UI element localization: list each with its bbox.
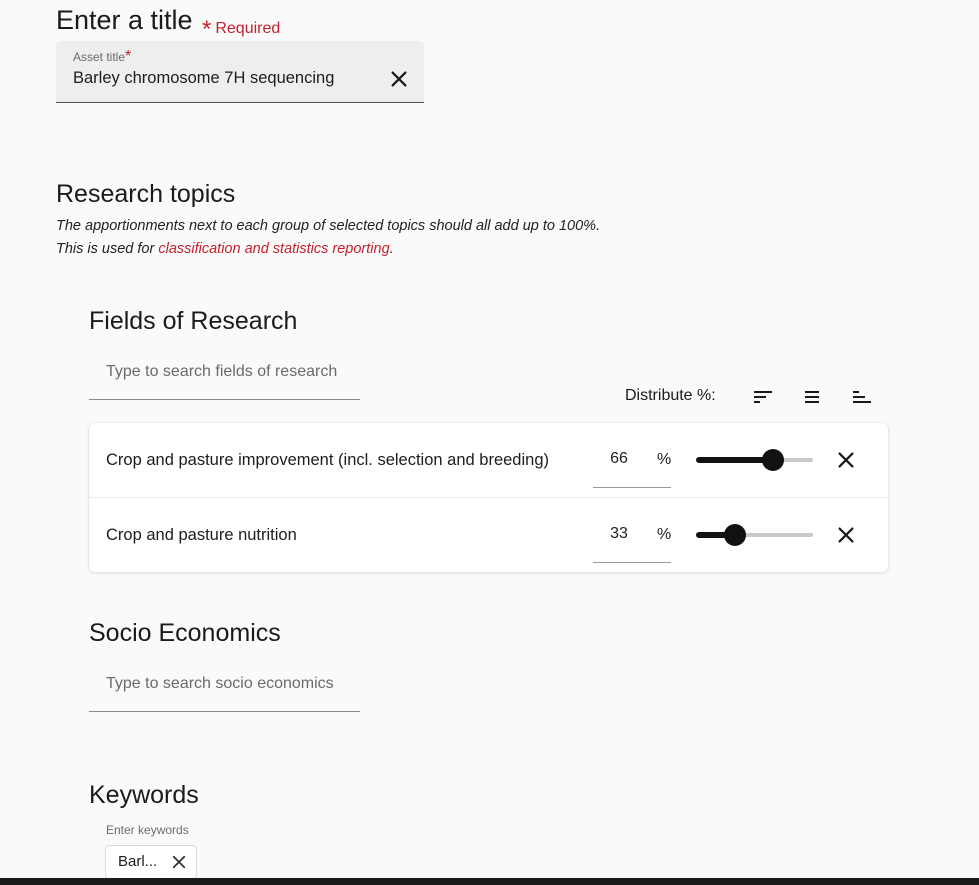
distribute-equal-icon[interactable]	[800, 385, 824, 409]
research-topics-usage: This is used for classification and stat…	[56, 241, 394, 257]
field-name: Crop and pasture improvement (incl. sele…	[106, 451, 549, 469]
selected-fields-card: Crop and pasture improvement (incl. sele…	[89, 423, 888, 572]
title-heading: Enter a title	[56, 5, 193, 35]
required-label: Required	[215, 20, 281, 37]
fields-of-research-search-input[interactable]	[106, 363, 346, 381]
slider-thumb[interactable]	[762, 449, 785, 471]
fields-of-research-search[interactable]	[89, 351, 360, 400]
socio-economics-heading: Socio Economics	[89, 619, 281, 647]
asset-title-label: Asset title*	[73, 48, 131, 66]
asset-form-page: Enter a title * Required Asset title* Bar…	[0, 0, 979, 885]
percent-value[interactable]: 66	[593, 450, 645, 468]
required-asterisk-icon: *	[202, 16, 212, 43]
required-asterisk-icon: *	[125, 48, 132, 65]
usage-prefix: This is used for	[56, 241, 159, 257]
distribute-label: Distribute %:	[625, 387, 716, 404]
usage-suffix: .	[389, 241, 394, 257]
percent-unit: %	[657, 451, 672, 468]
research-topics-heading: Research topics	[56, 180, 236, 208]
asset-title-value[interactable]: Barley chromosome 7H sequencing	[73, 69, 334, 88]
field-row: Crop and pasture nutrition 33 %	[89, 497, 888, 572]
percent-value[interactable]: 33	[593, 525, 645, 543]
remove-field-icon[interactable]	[835, 449, 857, 471]
slider-thumb[interactable]	[723, 524, 746, 546]
percent-input[interactable]: 66 %	[593, 439, 671, 488]
keyword-chip[interactable]: Barl...	[105, 845, 197, 879]
field-name: Crop and pasture nutrition	[106, 526, 297, 544]
distribute-descending-icon[interactable]	[751, 385, 775, 409]
asset-title-label-text: Asset title	[73, 50, 126, 64]
bottom-bar	[0, 878, 979, 885]
field-row: Crop and pasture improvement (incl. sele…	[89, 423, 888, 497]
percent-slider[interactable]	[696, 449, 813, 471]
percent-unit: %	[657, 526, 672, 543]
fields-of-research-heading: Fields of Research	[89, 307, 298, 335]
socio-economics-search[interactable]	[89, 663, 360, 712]
socio-economics-search-input[interactable]	[106, 675, 346, 693]
distribute-ascending-icon[interactable]	[850, 385, 874, 409]
research-topics-description: The apportionments next to each group of…	[56, 218, 601, 234]
clear-title-icon[interactable]	[388, 68, 410, 90]
remove-keyword-icon[interactable]	[170, 853, 188, 871]
required-indicator: * Required	[202, 12, 281, 43]
classification-link[interactable]: classification and statistics reporting	[158, 241, 389, 257]
remove-field-icon[interactable]	[835, 524, 857, 546]
percent-input[interactable]: 33 %	[593, 514, 671, 563]
keywords-heading: Keywords	[89, 781, 199, 809]
asset-title-field[interactable]: Asset title* Barley chromosome 7H sequen…	[56, 41, 424, 103]
keyword-chip-label: Barl...	[118, 853, 158, 870]
keywords-field-label: Enter keywords	[106, 823, 189, 837]
percent-slider[interactable]	[696, 524, 813, 546]
